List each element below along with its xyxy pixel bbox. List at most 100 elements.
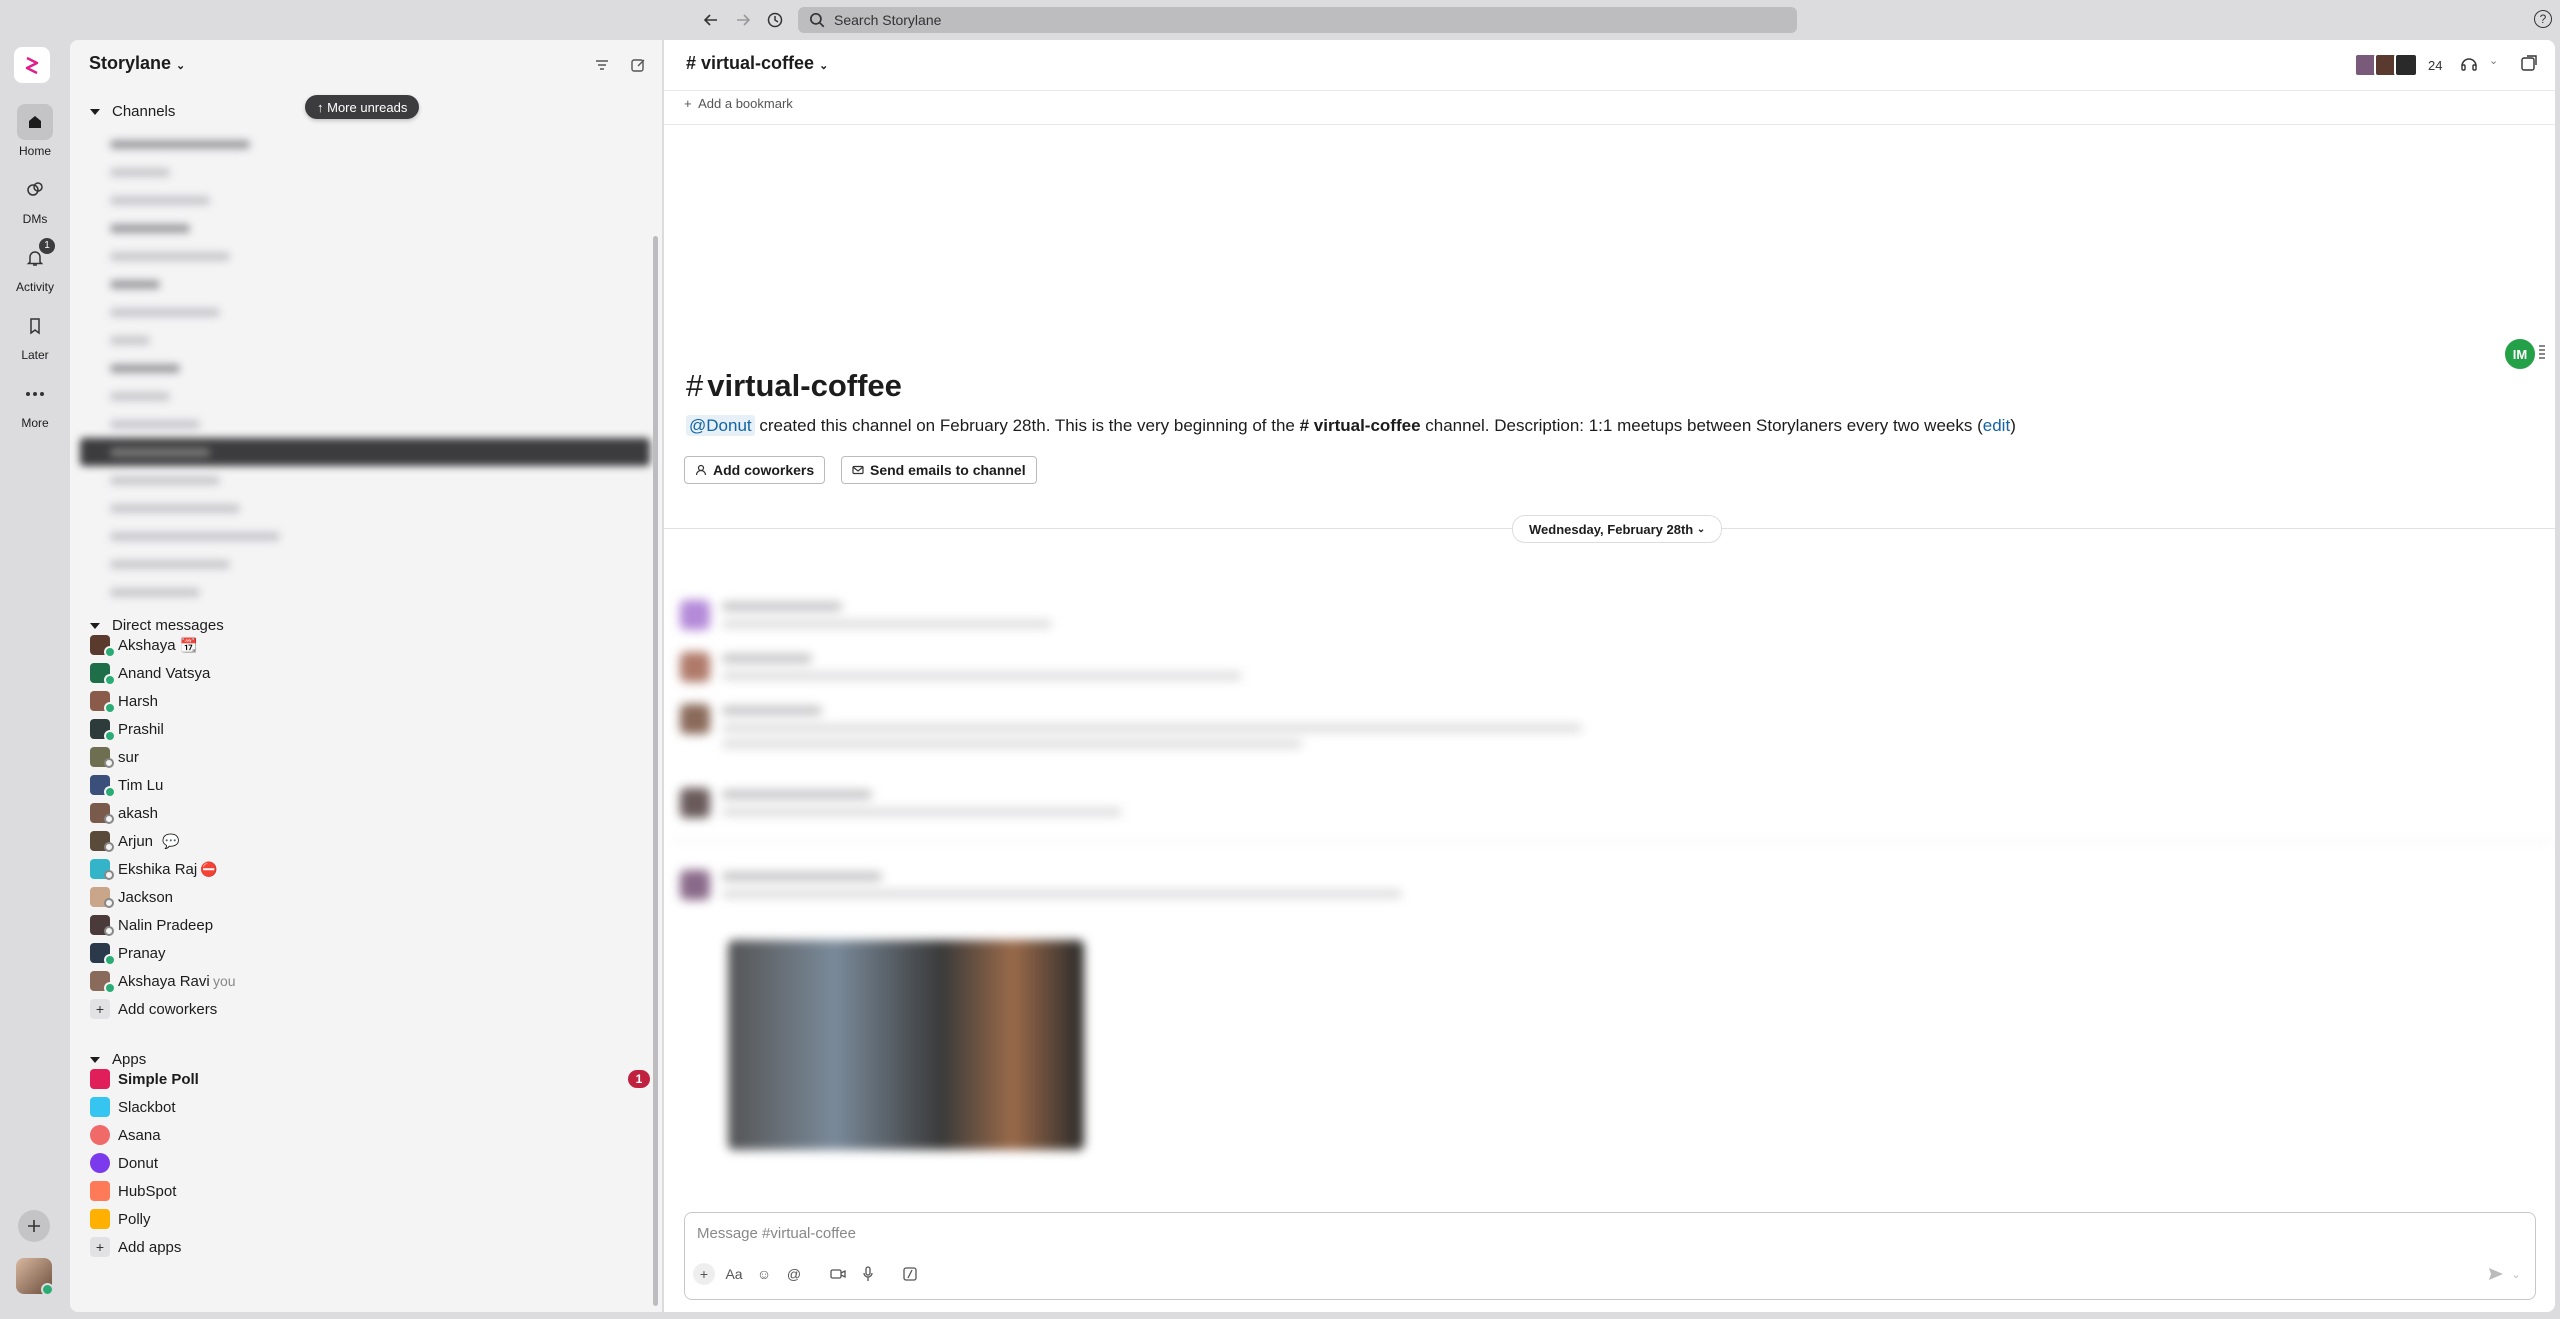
channel-title-text: # virtual-coffee xyxy=(686,53,815,73)
floating-app-badge[interactable]: IM xyxy=(2503,337,2537,371)
rail-activity-label: Activity xyxy=(15,280,54,294)
member-avatars-button[interactable]: 24 xyxy=(2354,52,2442,78)
send-options-chevron-icon[interactable]: ⌄ xyxy=(2505,1263,2527,1285)
app-item-polly[interactable]: Polly xyxy=(70,1205,662,1233)
more-unreads-button[interactable]: ↑ More unreads xyxy=(305,95,420,119)
dm-item[interactable]: Prashil xyxy=(70,715,662,743)
channel-title[interactable]: # virtual-coffee ⌄ xyxy=(686,53,828,74)
dm-item[interactable]: Pranay xyxy=(70,939,662,967)
presence-dot xyxy=(104,730,116,742)
person-icon xyxy=(695,464,707,476)
canvas-icon[interactable] xyxy=(2520,54,2544,76)
dm-item[interactable]: Jackson xyxy=(70,883,662,911)
dm-item[interactable]: Akshaya Ravi you xyxy=(70,967,662,995)
drag-handle-icon[interactable] xyxy=(2539,345,2545,361)
presence-dot xyxy=(104,674,116,686)
workspace-logo[interactable] xyxy=(14,47,50,83)
dm-item[interactable]: Ekshika Raj ⛔ xyxy=(70,855,662,883)
search-bar[interactable]: Search Storylane xyxy=(798,7,1797,33)
rail-later-label: Later xyxy=(21,348,49,362)
send-icon[interactable] xyxy=(2485,1263,2507,1285)
mention-icon[interactable]: @ xyxy=(783,1263,805,1285)
add-apps-label: Add apps xyxy=(118,1238,182,1256)
dm-name: Ekshika Raj xyxy=(118,860,198,878)
add-coworkers-button[interactable]: Add coworkers xyxy=(684,456,826,484)
intro-close-paren: ) xyxy=(2010,416,2016,435)
presence-dot xyxy=(104,702,116,714)
workspace-name[interactable]: Storylane ⌄ xyxy=(89,53,185,74)
emoji-icon[interactable]: ☺ xyxy=(753,1263,775,1285)
dm-item[interactable]: Arjun 💬 xyxy=(70,827,662,855)
forward-arrow-icon[interactable] xyxy=(730,8,756,32)
compose-icon[interactable] xyxy=(626,53,650,77)
formatting-icon[interactable]: Aa xyxy=(723,1263,745,1285)
dm-item[interactable]: sur xyxy=(70,743,662,771)
headphones-icon[interactable] xyxy=(2459,54,2483,76)
microphone-icon[interactable] xyxy=(857,1263,879,1285)
app-item-slackbot[interactable]: Slackbot xyxy=(70,1093,662,1121)
presence-dot xyxy=(104,842,114,852)
history-icon[interactable] xyxy=(762,8,788,32)
donut-mention[interactable]: @Donut xyxy=(686,415,755,436)
sidebar: Storylane ⌄ ↑ More unreads Channels Dire xyxy=(70,40,662,1312)
dm-item[interactable]: Nalin Pradeep xyxy=(70,911,662,939)
sidebar-scrollbar[interactable] xyxy=(653,236,658,1306)
avatar xyxy=(2394,53,2418,77)
add-workspace-plus-icon[interactable] xyxy=(18,1210,50,1242)
slash-command-icon[interactable] xyxy=(899,1263,921,1285)
add-coworkers-button-label: Add coworkers xyxy=(713,462,815,478)
chevron-down-icon: ⌄ xyxy=(819,60,829,72)
workspace-name-text: Storylane xyxy=(89,53,172,73)
dm-item[interactable]: Harsh xyxy=(70,687,662,715)
plus-icon[interactable]: + xyxy=(693,1263,715,1285)
add-coworkers-item[interactable]: + Add coworkers xyxy=(70,995,662,1023)
top-bar: Search Storylane ? xyxy=(0,0,2560,40)
intro-channel-name: # virtual-coffee xyxy=(1299,416,1421,435)
add-bookmark-button[interactable]: + Add a bookmark xyxy=(684,96,793,111)
app-item-hubspot[interactable]: HubSpot xyxy=(70,1177,662,1205)
add-apps-item[interactable]: + Add apps xyxy=(70,1233,662,1261)
huddle-chevron-icon[interactable]: ⌄ xyxy=(2489,54,2498,67)
message-composer[interactable]: Message #virtual-coffee + Aa ☺ @ ⌄ xyxy=(684,1212,2536,1300)
member-count: 24 xyxy=(2428,57,2443,73)
rail-later[interactable]: Later xyxy=(0,308,70,362)
dm-item[interactable]: Anand Vatsya xyxy=(70,659,662,687)
back-arrow-icon[interactable] xyxy=(698,8,724,32)
dm-name: Nalin Pradeep xyxy=(118,916,214,934)
dm-item[interactable]: Akshaya 📆 xyxy=(70,631,662,659)
rail-more-label: More xyxy=(21,416,49,430)
no-entry-status-icon: ⛔ xyxy=(200,860,218,877)
rail-activity[interactable]: 1 Activity xyxy=(0,238,70,294)
polly-icon xyxy=(90,1209,110,1229)
presence-dot xyxy=(104,982,116,994)
message-list-blurred xyxy=(672,540,2552,1240)
send-emails-button[interactable]: Send emails to channel xyxy=(841,456,1037,484)
you-label: you xyxy=(213,973,236,989)
help-icon[interactable]: ? xyxy=(2534,10,2552,28)
app-item-donut[interactable]: Donut xyxy=(70,1149,662,1177)
app-item-simple-poll[interactable]: Simple Poll 1 xyxy=(70,1065,662,1093)
user-avatar[interactable] xyxy=(16,1258,54,1296)
edit-description-link[interactable]: edit xyxy=(1983,416,2010,435)
search-icon xyxy=(809,12,825,28)
dm-name: sur xyxy=(118,748,139,766)
rail-dms[interactable]: DMs xyxy=(0,172,70,226)
asana-icon xyxy=(90,1125,110,1145)
app-name: HubSpot xyxy=(118,1182,177,1200)
unread-badge: 1 xyxy=(628,1070,650,1088)
video-icon[interactable] xyxy=(827,1263,849,1285)
rail-more[interactable]: More xyxy=(0,376,70,430)
dm-item[interactable]: akash xyxy=(70,799,662,827)
rail-home[interactable]: Home xyxy=(0,104,70,158)
filter-icon[interactable] xyxy=(590,53,614,77)
date-divider-button[interactable]: Wednesday, February 28th ⌄ xyxy=(1512,515,1723,543)
donut-icon xyxy=(90,1153,110,1173)
rail-home-label: Home xyxy=(18,144,51,158)
channels-section-header[interactable]: Channels xyxy=(90,103,175,120)
presence-dot xyxy=(104,646,116,658)
app-name: Slackbot xyxy=(118,1098,176,1116)
app-item-asana[interactable]: Asana xyxy=(70,1121,662,1149)
channel-header: # virtual-coffee ⌄ 24 ⌄ xyxy=(664,40,2555,91)
channel-view: # virtual-coffee ⌄ 24 ⌄ + Add a bookmark… xyxy=(664,40,2555,1312)
dm-item[interactable]: Tim Lu xyxy=(70,771,662,799)
